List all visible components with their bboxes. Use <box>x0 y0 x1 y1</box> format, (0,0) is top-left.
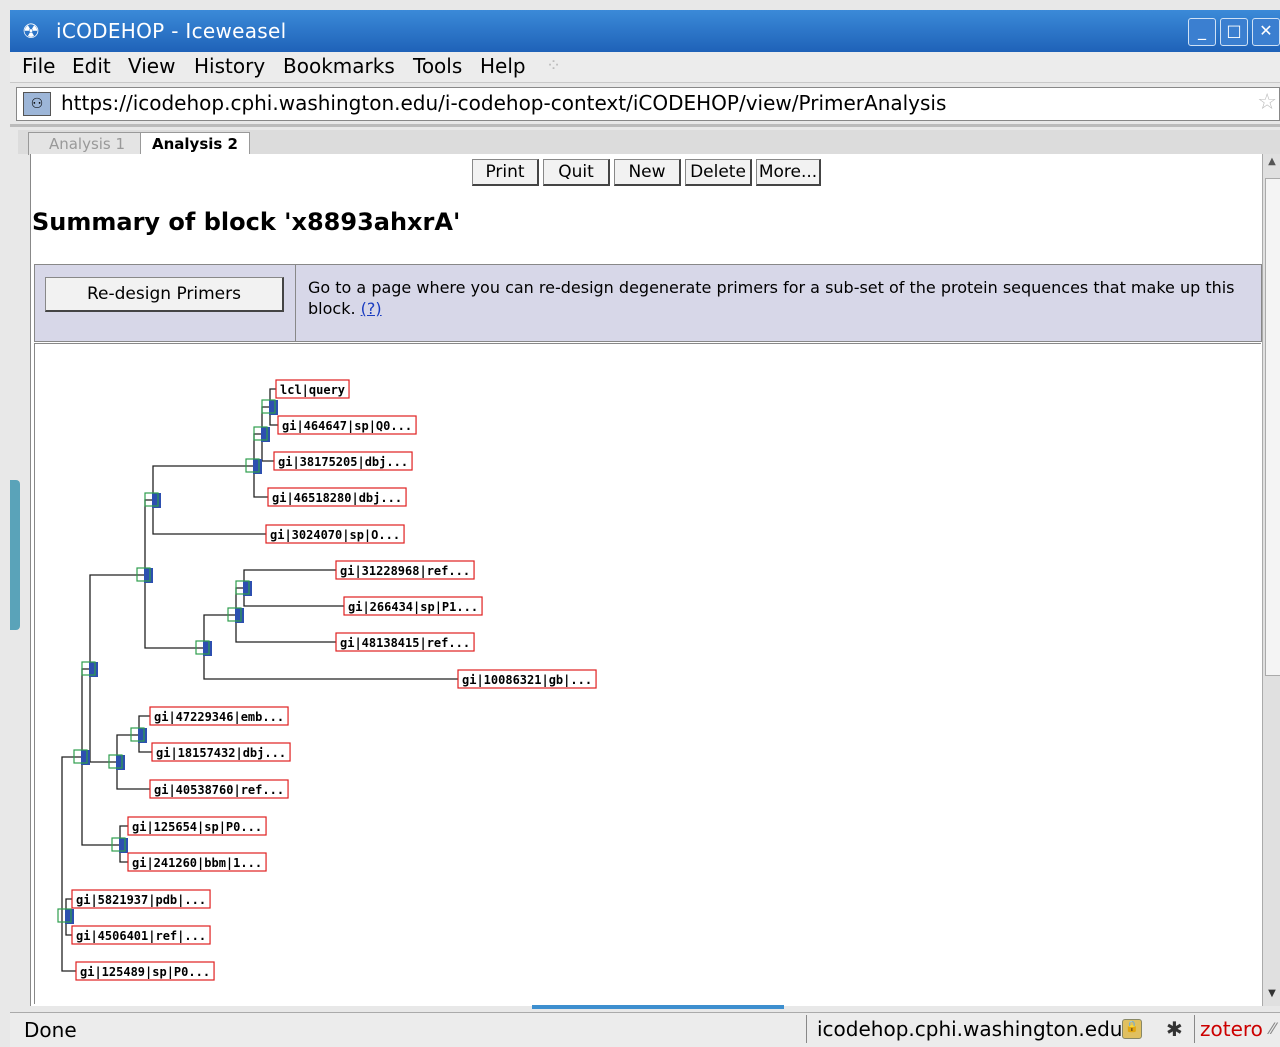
tree-leaf[interactable]: gi|3024070|sp|O... <box>265 524 405 544</box>
tree-leaf[interactable]: gi|241260|bbm|1... <box>127 852 267 872</box>
firebug-icon[interactable]: ✱ <box>1166 1017 1183 1041</box>
tree-leaf[interactable]: gi|464647|sp|Q0... <box>277 415 417 435</box>
phylogenetic-tree: lcl|query gi|464647|sp|Q0... gi|38175205|d… <box>57 379 597 981</box>
tree-leaf[interactable]: gi|31228968|ref... <box>335 560 475 580</box>
tree-leaf-label: gi|18157432|dbj... <box>156 746 286 760</box>
tree-leaf-label: gi|125654|sp|P0... <box>132 820 262 834</box>
tree-leaf-label: gi|31228968|ref... <box>340 564 470 578</box>
tree-leaf[interactable]: gi|38175205|dbj... <box>273 451 413 471</box>
tree-leaf-label: gi|125489|sp|P0... <box>80 965 210 979</box>
scroll-thumb[interactable] <box>1265 178 1280 676</box>
tree-leaf[interactable]: gi|47229346|emb... <box>149 706 289 726</box>
lock-icon[interactable]: 🔒 <box>1122 1019 1142 1039</box>
tree-leaf[interactable]: lcl|query <box>275 379 350 399</box>
tree-leaf-label: gi|464647|sp|Q0... <box>282 419 412 433</box>
zotero-button[interactable]: zotero <box>1194 1015 1270 1043</box>
resize-grip-icon[interactable]: ⁄⁄ <box>1270 1019 1275 1038</box>
vertical-scrollbar[interactable]: ▲ ▼ <box>1262 154 1280 1006</box>
scroll-up-icon[interactable]: ▲ <box>1265 156 1279 172</box>
tree-leaf[interactable]: gi|18157432|dbj... <box>151 742 291 762</box>
tree-leaf-label: gi|266434|sp|P1... <box>348 600 478 614</box>
status-host: icodehop.cphi.washington.edu <box>806 1015 1169 1043</box>
tree-leaf-label: gi|38175205|dbj... <box>278 455 408 469</box>
tree-leaf[interactable]: gi|4506401|ref|... <box>71 925 211 945</box>
tree-leaf[interactable]: gi|46518280|dbj... <box>267 487 407 507</box>
tree-leaf-label: gi|10086321|gb|... <box>462 673 592 687</box>
tree-leaf-label: gi|48138415|ref... <box>340 636 470 650</box>
tree-leaf-label: gi|47229346|emb... <box>154 710 284 724</box>
tree-leaf-label: gi|4506401|ref|... <box>76 929 206 943</box>
tree-leaf[interactable]: gi|40538760|ref... <box>149 779 289 799</box>
zotero-label: zotero <box>1200 1017 1263 1041</box>
scroll-down-icon[interactable]: ▼ <box>1265 988 1279 1004</box>
tree-leaf[interactable]: gi|10086321|gb|... <box>457 669 597 689</box>
tree-leaf-label: gi|5821937|pdb|... <box>76 893 206 907</box>
tree-leaf-label: gi|40538760|ref... <box>154 783 284 797</box>
tree-leaf-label: lcl|query <box>280 383 345 397</box>
tree-leaf-label: gi|46518280|dbj... <box>272 491 402 505</box>
tree-leaf[interactable]: gi|266434|sp|P1... <box>343 596 483 616</box>
tree-leaf-label: gi|241260|bbm|1... <box>132 856 262 870</box>
horizontal-scroll-indicator[interactable] <box>532 1005 784 1009</box>
status-bar: Done icodehop.cphi.washington.edu 🔒 ✱ zo… <box>10 1012 1280 1047</box>
tree-leaf-label: gi|3024070|sp|O... <box>270 528 400 542</box>
tree-leaf[interactable]: gi|48138415|ref... <box>335 632 475 652</box>
tree-leaf[interactable]: gi|125654|sp|P0... <box>127 816 267 836</box>
status-text: Done <box>24 1018 77 1042</box>
tree-leaf[interactable]: gi|125489|sp|P0... <box>75 961 215 981</box>
tree-leaf[interactable]: gi|5821937|pdb|... <box>71 889 211 909</box>
